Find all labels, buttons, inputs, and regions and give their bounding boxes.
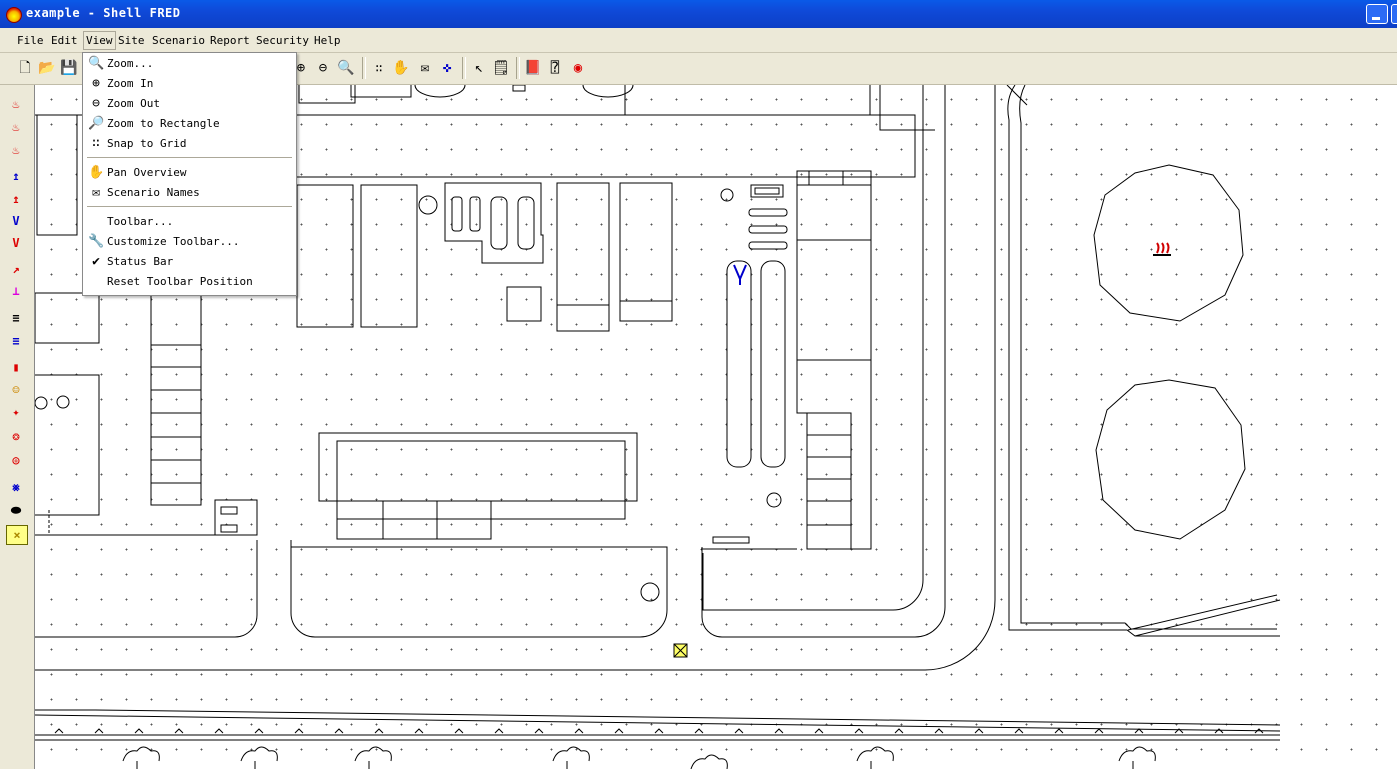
ignition-icon[interactable]: ✦ (6, 403, 26, 421)
hand-icon: ✋ (88, 165, 105, 180)
menu-edit[interactable]: Edit (51, 34, 78, 47)
grid-icon: ∷ (92, 136, 100, 151)
check-icon: ✔ (92, 254, 100, 269)
wrench-icon: 🔧 (88, 234, 105, 249)
marker-box-icon[interactable]: ⨯ (6, 525, 28, 545)
view-menu-status-bar[interactable]: ✔ Status Bar (83, 252, 294, 272)
view-menu-zoom-rectangle[interactable]: 🔎 Zoom to Rectangle (83, 114, 294, 134)
person-icon[interactable]: ☺ (6, 381, 26, 399)
toolbar-separator (516, 57, 520, 79)
select-arrow-icon[interactable]: ↖ (470, 59, 488, 77)
menu-view[interactable]: View (83, 31, 116, 50)
view-menu-scenario-names[interactable]: ✉ Scenario Names (83, 183, 294, 203)
label-icon: ✉ (92, 185, 100, 200)
fire-source-icon[interactable]: ♨ (6, 95, 26, 113)
save-disk-icon[interactable]: 💾 (60, 59, 78, 77)
fire-source-icon[interactable]: ♨ (6, 141, 26, 159)
target-icon[interactable]: ◎ (6, 451, 26, 469)
weather-station-icon[interactable]: ⨳ (6, 478, 26, 496)
menu-separator (87, 157, 292, 158)
view-menu-pan-overview[interactable]: ✋ Pan Overview (83, 163, 294, 183)
valve-marker-icon[interactable] (733, 264, 747, 285)
column-icon[interactable]: ▮ (6, 358, 26, 376)
barrier-icon[interactable]: ≡ (6, 332, 26, 350)
zoom-out-icon: ⊖ (92, 96, 100, 111)
toolbar-separator (462, 57, 466, 79)
view-menu-zoom-out[interactable]: ⊖ Zoom Out (83, 94, 294, 114)
ellipse-icon[interactable]: ⬬ (6, 501, 26, 519)
view-menu-toolbar[interactable]: Toolbar... (83, 212, 294, 232)
label-icon[interactable]: ✉ (416, 59, 434, 77)
view-menu-snap-grid[interactable]: ∷ Snap to Grid (83, 134, 294, 154)
barrier-icon[interactable]: ≡ (6, 309, 26, 327)
window-title: example - Shell FRED (26, 6, 181, 20)
menu-help[interactable]: Help (314, 34, 341, 47)
release-point-icon[interactable]: ↥ (6, 190, 26, 208)
release-up-icon[interactable]: ↥ (6, 167, 26, 185)
open-folder-icon[interactable]: 📂 (38, 59, 56, 77)
maximize-button[interactable] (1391, 4, 1397, 24)
book-icon[interactable]: 📕 (524, 59, 542, 77)
menu-report[interactable]: Report (210, 34, 250, 47)
toolbar-separator (362, 57, 366, 79)
zoom-in-icon: ⊕ (92, 76, 100, 91)
zoom-rectangle-icon: 🔎 (88, 116, 105, 131)
valve-v-icon[interactable]: V (6, 234, 26, 252)
shell-app-icon (6, 7, 22, 23)
view-menu-reset-toolbar[interactable]: Reset Toolbar Position (83, 272, 294, 292)
menu-bar: File Edit View Site Scenario Report Secu… (0, 28, 1397, 53)
zoom-out-icon[interactable]: ⊖ (314, 59, 332, 77)
minimize-button[interactable] (1366, 4, 1388, 24)
menu-file[interactable]: File (17, 34, 44, 47)
title-bar: example - Shell FRED (0, 0, 1397, 28)
menu-separator (87, 206, 292, 207)
hand-icon[interactable]: ✋ (392, 59, 410, 77)
menu-scenario[interactable]: Scenario (152, 34, 205, 47)
zoom-icon: 🔍 (88, 56, 105, 71)
fit-view-icon[interactable]: ✜ (438, 59, 456, 77)
fire-source-icon[interactable]: ♨ (6, 118, 26, 136)
fire-source-marker-icon[interactable] (1153, 242, 1171, 256)
menu-site[interactable]: Site (118, 34, 145, 47)
zoom-icon[interactable]: 🔍 (337, 59, 355, 77)
view-menu-customize-toolbar[interactable]: 🔧 Customize Toolbar... (83, 232, 294, 252)
help-question-icon[interactable]: ⍰ (546, 59, 564, 77)
yellow-box-marker-icon[interactable] (673, 643, 688, 658)
properties-icon[interactable]: 🗒 (492, 59, 510, 77)
grid-icon[interactable]: ∷ (370, 59, 388, 77)
pipe-tee-icon[interactable]: ⊥ (6, 282, 26, 300)
object-palette: ♨ ♨ ♨ ↥ ↥ V V ↗ ⊥ ≡ ≡ ▮ ☺ ✦ ❂ ◎ ⨳ ⬬ ⨯ (0, 85, 35, 769)
flare-icon[interactable]: ❂ (6, 427, 26, 445)
pipe-angle-icon[interactable]: ↗ (6, 260, 26, 278)
valve-v-icon[interactable]: V (6, 212, 26, 230)
view-menu-dropdown: 🔍 Zoom... ⊕ Zoom In ⊖ Zoom Out 🔎 Zoom to… (82, 52, 297, 296)
view-menu-zoom-in[interactable]: ⊕ Zoom In (83, 74, 294, 94)
alert-icon[interactable]: ◉ (569, 59, 587, 77)
new-file-icon[interactable]: 🗋 (16, 59, 34, 77)
view-menu-zoom[interactable]: 🔍 Zoom... (83, 54, 294, 74)
menu-security[interactable]: Security (256, 34, 309, 47)
